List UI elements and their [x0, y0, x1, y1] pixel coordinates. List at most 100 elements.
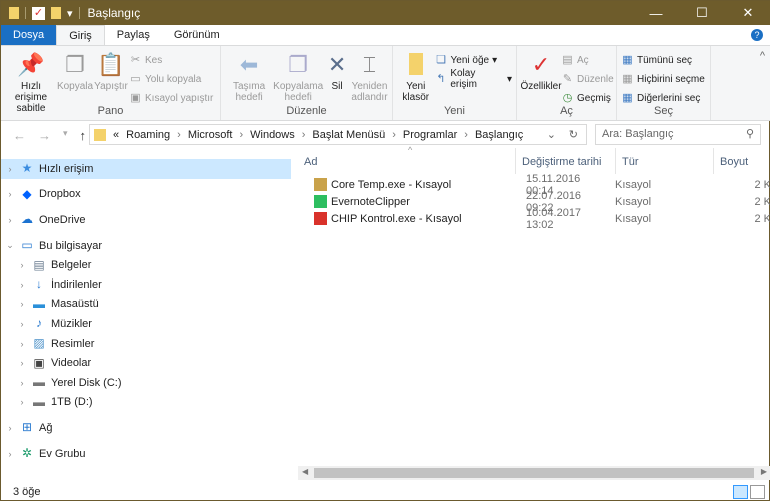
select-none-button[interactable]: ▦ Hiçbirini seçme	[621, 71, 705, 87]
new-item-button[interactable]: ❏ Yeni öğe ▾	[435, 52, 512, 68]
edit-button[interactable]: ✎ Düzenle	[561, 71, 614, 87]
details-view-icon[interactable]	[733, 485, 748, 499]
chevron-right-icon[interactable]: ›	[5, 164, 15, 174]
nav-item[interactable]: › ▨ Resimler	[1, 334, 291, 354]
chevron-right-icon[interactable]: ›	[17, 319, 27, 329]
nav-item[interactable]: › ▣ Videolar	[1, 353, 291, 373]
refresh-icon[interactable]: ↻	[569, 128, 578, 141]
scroll-left-icon[interactable]: ◀	[302, 467, 308, 476]
shortcut-icon	[314, 178, 327, 191]
nav-item[interactable]: › ▬ 1TB (D:)	[1, 393, 291, 413]
breadcrumb-item[interactable]: Windows	[250, 129, 295, 141]
folder-icon	[403, 50, 429, 78]
nav-item[interactable]: › ★ Hızlı erişim	[1, 159, 291, 179]
sort-ascending-icon: ^	[408, 145, 413, 155]
history-icon: ◷	[562, 91, 573, 104]
properties-icon[interactable]: ✓	[32, 6, 45, 20]
chevron-right-icon[interactable]: ›	[5, 215, 15, 225]
file-name: EvernoteClipper	[331, 195, 410, 208]
address-bar[interactable]: « Roaming › Microsoft › Windows › Başlat Me…	[89, 124, 587, 145]
nav-item[interactable]: › ✲ Ev Grubu	[1, 444, 291, 464]
large-icons-view-icon[interactable]	[750, 485, 765, 499]
forward-icon[interactable]: →	[38, 128, 51, 143]
tab-share[interactable]: Paylaş	[105, 25, 162, 46]
cut-button[interactable]: ✂ Kes	[129, 52, 213, 68]
nav-item[interactable]: › ▬ Masaüstü	[1, 295, 291, 315]
chevron-right-icon[interactable]: ›	[17, 280, 27, 290]
chevron-right-icon[interactable]: ›	[5, 423, 15, 433]
breadcrumb-overflow[interactable]: «	[113, 129, 119, 141]
breadcrumb-item[interactable]: Başlangıç	[475, 129, 523, 141]
group-label: Yeni	[443, 105, 465, 117]
minimize-button[interactable]: —	[633, 1, 679, 25]
nav-item[interactable]: › ↓ İndirilenler	[1, 275, 291, 295]
edit-icon: ✎	[562, 72, 573, 85]
nav-item[interactable]: › ♪ Müzikler	[1, 314, 291, 334]
breadcrumb-item[interactable]: Programlar	[403, 129, 457, 141]
nav-item[interactable]: › ◆ Dropbox	[1, 185, 291, 205]
paste-shortcut-button[interactable]: ▣ Kısayol yapıştır	[129, 90, 213, 106]
divider	[25, 7, 26, 19]
column-name[interactable]: Ad	[298, 148, 516, 174]
invert-selection-button[interactable]: ▦ Diğerlerini seç	[621, 90, 705, 106]
breadcrumb-item[interactable]: Microsoft	[188, 129, 233, 141]
chevron-right-icon[interactable]: ›	[17, 397, 27, 407]
column-size[interactable]: Boyut	[714, 148, 770, 174]
new-folder-icon[interactable]	[51, 7, 61, 19]
customize-toolbar-icon[interactable]: ▾	[67, 7, 73, 20]
tab-view[interactable]: Görünüm	[162, 25, 232, 46]
back-icon[interactable]: ←	[13, 128, 26, 143]
help-icon[interactable]: ?	[751, 29, 763, 41]
copy-path-icon: ▭	[130, 72, 141, 85]
close-button[interactable]: ✕	[725, 1, 770, 25]
chevron-right-icon[interactable]: ›	[17, 299, 27, 309]
search-input[interactable]: Ara: Başlangıç ⚲	[595, 124, 761, 145]
recent-locations-icon[interactable]: ▾	[63, 128, 68, 143]
chevron-right-icon[interactable]: ›	[17, 260, 27, 270]
file-name: CHIP Kontrol.exe - Kısayol	[331, 212, 462, 225]
nav-item-label: Videolar	[51, 357, 92, 370]
file-name: Core Temp.exe - Kısayol	[331, 178, 452, 191]
copy-path-button[interactable]: ▭ Yolu kopyala	[129, 71, 213, 87]
nav-item-label: Bu bilgisayar	[39, 239, 102, 252]
maximize-button[interactable]: ☐	[679, 1, 725, 25]
chevron-right-icon[interactable]: ›	[17, 378, 27, 388]
nav-item[interactable]: › ☁ OneDrive	[1, 210, 291, 230]
star-icon: ★	[21, 161, 33, 176]
column-date[interactable]: Değiştirme tarihi	[516, 148, 616, 174]
select-all-icon: ▦	[622, 53, 633, 66]
nav-item-label: Masaüstü	[51, 298, 99, 311]
tab-file[interactable]: Dosya	[1, 25, 57, 46]
pictures-icon: ▨	[33, 336, 45, 351]
tab-home[interactable]: Giriş	[56, 25, 105, 46]
chevron-right-icon[interactable]: ›	[17, 358, 27, 368]
folder-icon	[94, 128, 106, 141]
chevron-down-icon[interactable]: ⌄	[5, 240, 15, 251]
chevron-right-icon[interactable]: ›	[5, 449, 15, 459]
invert-selection-icon: ▦	[622, 91, 633, 104]
table-row[interactable]: CHIP Kontrol.exe - Kısayol 10.04.2017 13:…	[298, 207, 770, 231]
chevron-right-icon[interactable]: ›	[17, 339, 27, 349]
select-all-button[interactable]: ▦ Tümünü seç	[621, 52, 705, 68]
copy-icon: ❐	[65, 51, 85, 77]
history-button[interactable]: ◷ Geçmiş	[561, 90, 614, 106]
chevron-down-icon[interactable]: ⌄	[547, 128, 556, 141]
scrollbar-thumb[interactable]	[314, 468, 754, 478]
breadcrumb-item[interactable]: Başlat Menüsü	[312, 129, 385, 141]
breadcrumb-item[interactable]: Roaming	[126, 129, 170, 141]
horizontal-scrollbar[interactable]: ◀ ▶	[298, 466, 770, 480]
easy-access-button[interactable]: ↰ Kolay erişim ▾	[435, 68, 512, 90]
chevron-right-icon[interactable]: ›	[5, 189, 15, 199]
collapse-ribbon-icon[interactable]: ^	[760, 50, 765, 62]
scroll-right-icon[interactable]: ▶	[761, 467, 767, 476]
nav-item[interactable]: › ⊞ Ağ	[1, 418, 291, 438]
up-icon[interactable]: ↑	[80, 128, 87, 143]
nav-item[interactable]: ⌄ ▭ Bu bilgisayar	[1, 236, 291, 256]
column-type[interactable]: Tür	[616, 148, 714, 174]
nav-item[interactable]: › ▤ Belgeler	[1, 255, 291, 275]
open-button[interactable]: ▤ Aç	[561, 52, 614, 68]
clipboard-icon: 📋	[97, 51, 125, 77]
nav-item[interactable]: › ▬ Yerel Disk (C:)	[1, 373, 291, 393]
select-none-icon: ▦	[622, 72, 633, 85]
folder-icon	[9, 7, 19, 19]
